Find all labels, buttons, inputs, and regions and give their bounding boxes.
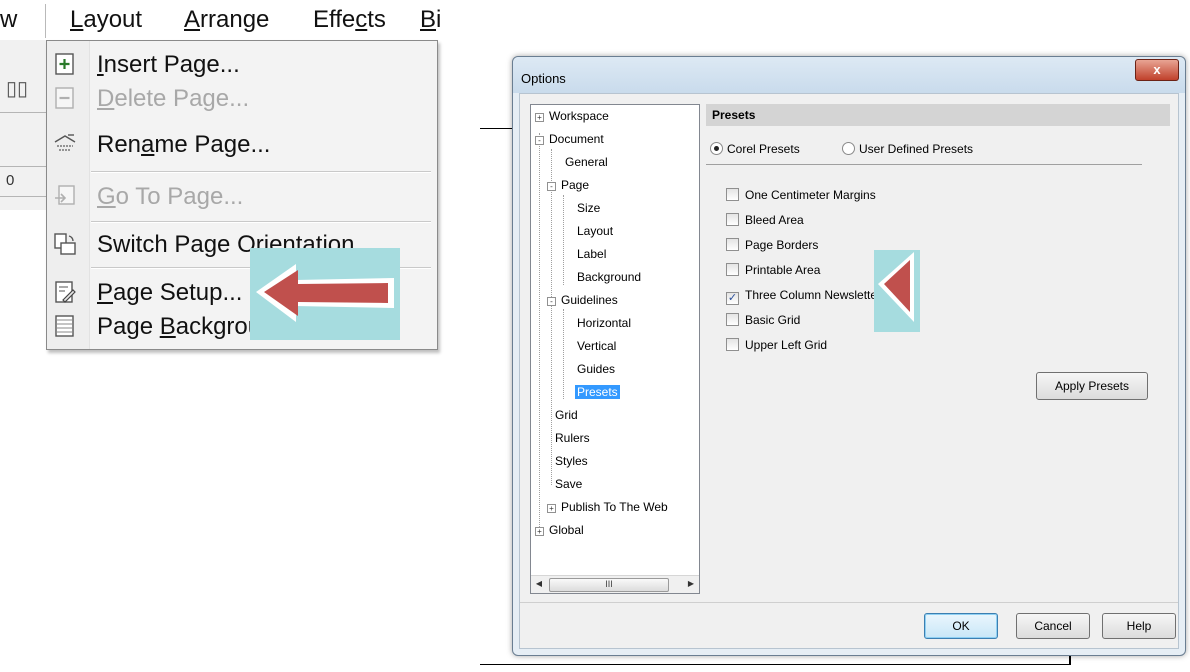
dialog-footer: OK Cancel Help <box>520 602 1178 649</box>
radio-corel-presets[interactable]: Corel Presets <box>710 142 800 156</box>
checkbox-basic-grid[interactable]: Basic Grid <box>726 313 800 327</box>
toolbar-divider <box>0 166 46 167</box>
checkbox-three-column-newsletter[interactable]: ✓ Three Column Newsletter <box>726 288 881 305</box>
radio-button[interactable] <box>710 142 723 155</box>
menu-bitmaps[interactable]: Bi <box>420 6 441 34</box>
tree-item-label[interactable]: Label <box>577 247 606 261</box>
toolbar-strip: ▯▯ 0 <box>0 40 47 210</box>
menu-view[interactable]: w <box>0 6 17 34</box>
tree-item-save[interactable]: Save <box>555 477 582 491</box>
checkbox[interactable] <box>726 213 739 226</box>
tree-item-rulers[interactable]: Rulers <box>555 431 590 445</box>
tree-item-background[interactable]: Background <box>577 270 641 284</box>
tree-item-layout[interactable]: Layout <box>577 224 613 238</box>
checkbox[interactable] <box>726 338 739 351</box>
tree-item-vertical[interactable]: Vertical <box>577 339 616 353</box>
scroll-right-icon[interactable]: ▶ <box>683 576 699 592</box>
left-arrow-icon <box>256 264 394 322</box>
tree-line <box>563 195 564 285</box>
go-to-page-icon <box>55 185 75 205</box>
menu-item-rename-page[interactable]: Rename Page... <box>47 123 437 169</box>
checkbox-one-centimeter-margins[interactable]: One Centimeter Margins <box>726 188 876 202</box>
tree-item-grid[interactable]: Grid <box>555 408 578 422</box>
tree-item-presets[interactable]: Presets <box>575 385 620 399</box>
tree-horizontal-scrollbar[interactable]: ◀ III ▶ <box>531 575 699 593</box>
tree-item-horizontal[interactable]: Horizontal <box>577 316 631 330</box>
cancel-button[interactable]: Cancel <box>1016 613 1090 639</box>
insert-page-icon <box>55 53 74 75</box>
scroll-thumb[interactable]: III <box>549 578 669 592</box>
checkbox[interactable] <box>726 313 739 326</box>
left-arrow-icon <box>878 252 914 322</box>
menu-arrange[interactable]: Arrange <box>184 6 269 34</box>
tree-item-global[interactable]: + Global <box>535 523 584 537</box>
tree-item-publish-web[interactable]: + Publish To The Web <box>547 500 668 514</box>
section-header: Presets <box>706 104 1170 126</box>
checkbox[interactable] <box>726 238 739 251</box>
page-background-icon <box>55 315 74 337</box>
checkmark-icon[interactable]: ✓ <box>726 292 739 305</box>
checkbox-printable-area[interactable]: Printable Area <box>726 263 820 277</box>
menubar-separator <box>45 4 46 38</box>
toolbar-divider <box>0 196 46 197</box>
tree-item-document[interactable]: - Document <box>535 132 604 146</box>
dialog-title: Options <box>521 71 566 86</box>
tree-item-guidelines[interactable]: - Guidelines <box>547 293 618 307</box>
tree-line <box>539 133 540 533</box>
radio-user-defined-presets[interactable]: User Defined Presets <box>842 142 973 156</box>
pointer-line <box>480 664 1070 665</box>
page-setup-icon <box>55 281 76 303</box>
tree-item-guides[interactable]: Guides <box>577 362 615 376</box>
apply-presets-button[interactable]: Apply Presets <box>1036 372 1148 400</box>
menu-item-go-to-page[interactable]: Go To Page... <box>47 175 437 221</box>
tree-item-page[interactable]: - Page <box>547 178 589 192</box>
ok-button[interactable]: OK <box>924 613 998 639</box>
help-button[interactable]: Help <box>1102 613 1176 639</box>
options-dialog: Options x + Workspace - Document General -… <box>512 56 1186 656</box>
tree-item-size[interactable]: Size <box>577 201 600 215</box>
toolbar-divider <box>0 112 46 113</box>
rename-page-icon <box>54 134 76 151</box>
checkbox[interactable] <box>726 263 739 276</box>
radio-button[interactable] <box>842 142 855 155</box>
pointer-line <box>480 128 516 129</box>
tree-line <box>563 309 564 399</box>
toolbar-page-icon[interactable]: ▯▯ <box>6 76 28 101</box>
menu-separator <box>91 171 431 173</box>
presets-panel: Presets Corel Presets User Defined Prese… <box>706 104 1170 592</box>
switch-orientation-icon <box>54 233 76 255</box>
dialog-body: + Workspace - Document General - Page Size … <box>519 93 1179 649</box>
tree-item-styles[interactable]: Styles <box>555 454 588 468</box>
checkbox[interactable] <box>726 188 739 201</box>
menu-item-delete-page[interactable]: Delete Page... <box>47 77 437 123</box>
section-divider <box>706 164 1142 165</box>
dialog-titlebar[interactable]: Options x <box>513 57 1185 93</box>
ruler-zero-label: 0 <box>6 172 15 189</box>
delete-page-icon <box>55 87 74 109</box>
scroll-left-icon[interactable]: ◀ <box>531 576 547 592</box>
tree-item-workspace[interactable]: + Workspace <box>535 109 609 123</box>
tree-line <box>551 149 552 485</box>
menu-bar: w Layout Arrange Effects Bi <box>0 0 441 40</box>
checkbox-bleed-area[interactable]: Bleed Area <box>726 213 804 227</box>
options-tree: + Workspace - Document General - Page Size … <box>530 104 700 594</box>
tree-item-general[interactable]: General <box>565 155 608 169</box>
menu-effects[interactable]: Effects <box>313 6 386 34</box>
checkbox-page-borders[interactable]: Page Borders <box>726 238 818 252</box>
checkbox-upper-left-grid[interactable]: Upper Left Grid <box>726 338 827 352</box>
close-button[interactable]: x <box>1135 59 1179 81</box>
menu-layout[interactable]: Layout <box>70 6 142 34</box>
